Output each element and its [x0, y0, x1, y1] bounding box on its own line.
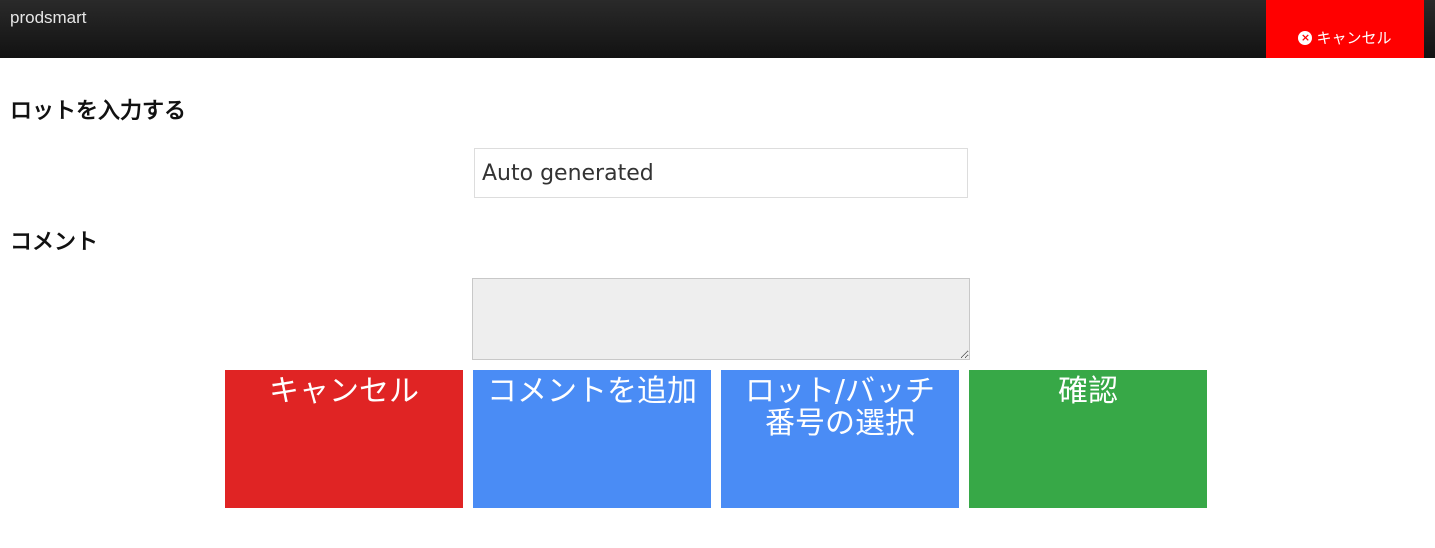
select-lot-batch-button[interactable]: ロット/バッチ番号の選択: [721, 370, 959, 508]
lot-input[interactable]: [474, 148, 968, 198]
header-cancel-button[interactable]: × キャンセル: [1266, 0, 1424, 58]
comment-textarea[interactable]: [472, 278, 970, 360]
x-circle-icon: ×: [1298, 30, 1313, 45]
add-comment-button[interactable]: コメントを追加: [473, 370, 711, 508]
cancel-button[interactable]: キャンセル: [225, 370, 463, 508]
comment-heading: コメント: [10, 230, 99, 255]
top-bar: prodsmart × キャンセル: [0, 0, 1435, 58]
brand-logo: prodsmart: [10, 8, 87, 27]
lot-heading: ロットを入力する: [10, 99, 187, 124]
header-cancel-label: キャンセル: [1316, 29, 1392, 47]
confirm-button[interactable]: 確認: [969, 370, 1207, 508]
